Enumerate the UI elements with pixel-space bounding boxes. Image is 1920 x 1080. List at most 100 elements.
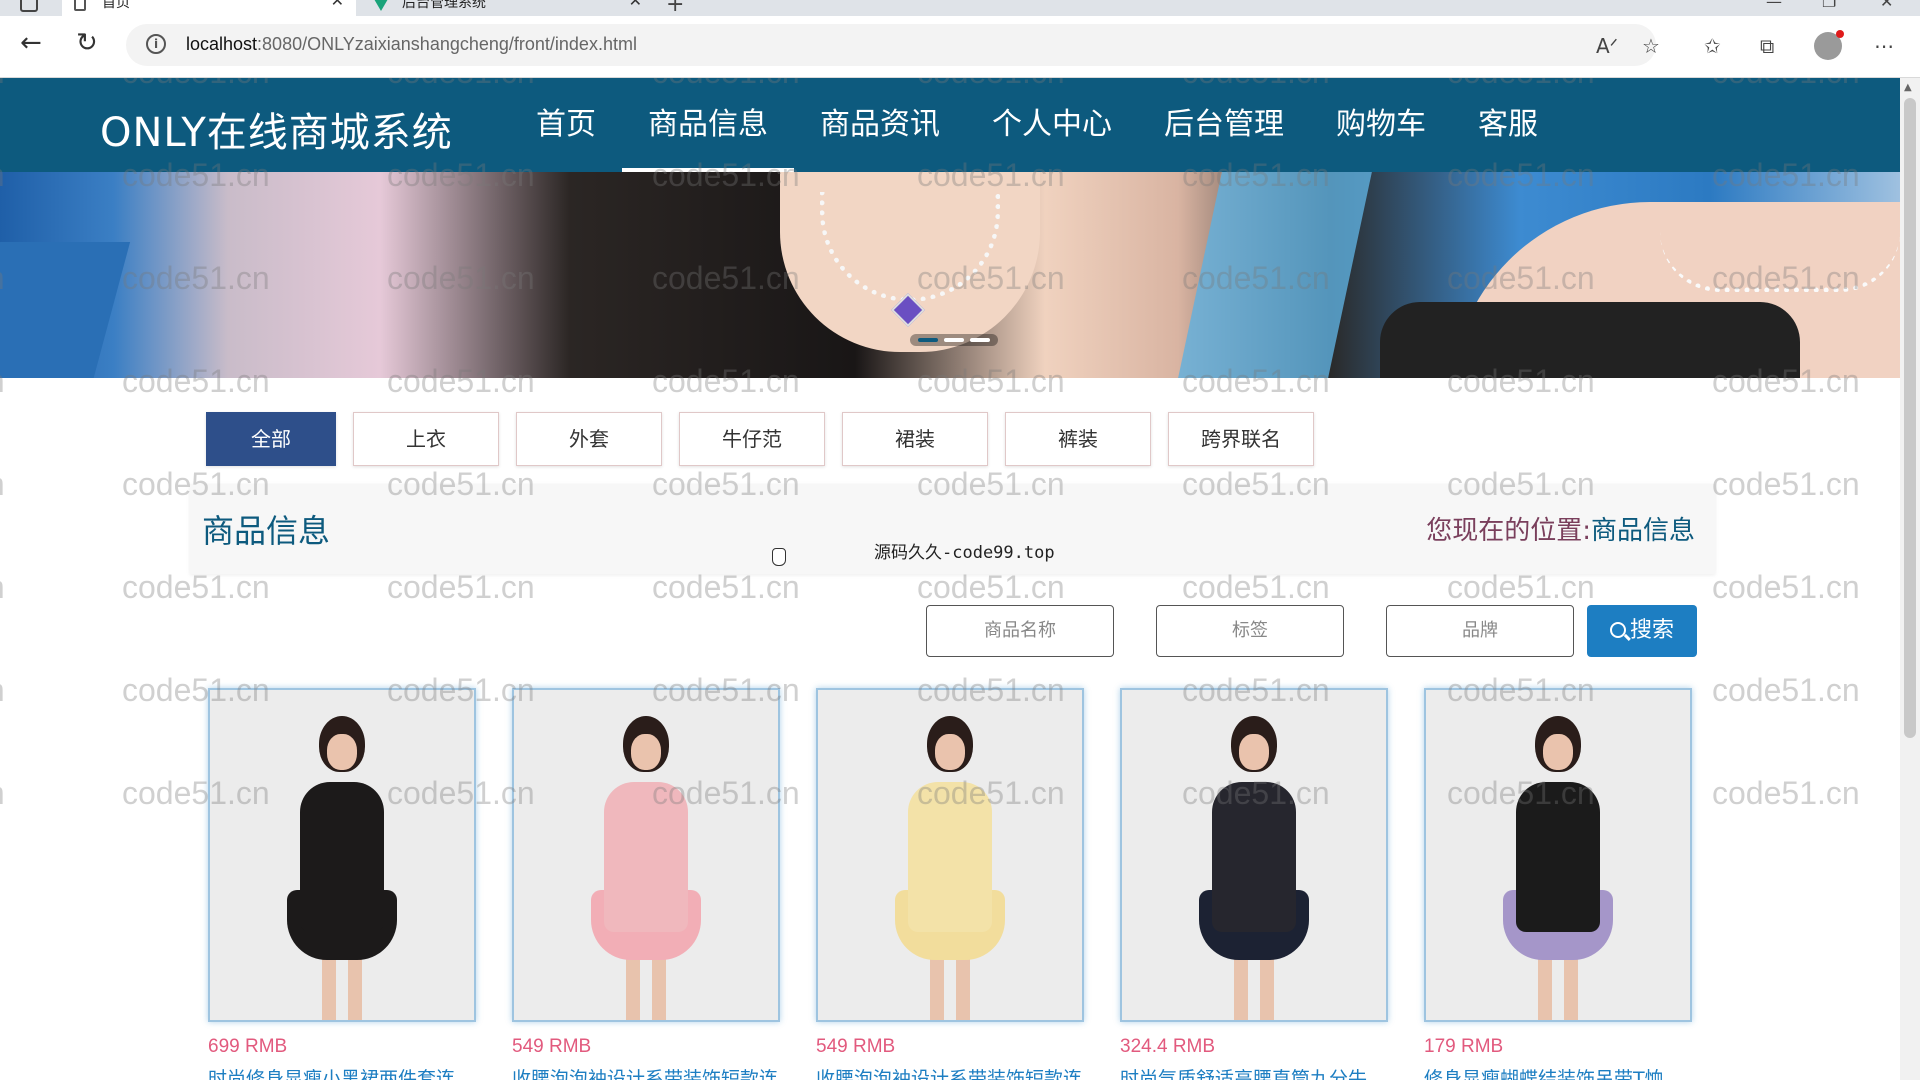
- product-card[interactable]: 324.4 RMB 时尚气质舒适高腰直筒九分牛: [1120, 688, 1388, 1080]
- restore-icon[interactable]: ❐: [1822, 0, 1836, 11]
- close-icon[interactable]: ✕: [629, 0, 642, 9]
- category-dresses[interactable]: 裙装: [842, 412, 988, 466]
- browser-tab-home[interactable]: 首页 ✕: [62, 0, 356, 16]
- more-options-icon[interactable]: ⋯: [1874, 36, 1894, 56]
- product-grid: 699 RMB 时尚修身显瘦小黑裙两件套连 549 RMB 收腰泡泡袖设计系带装饰短款…: [208, 688, 1692, 1080]
- model-face: [1543, 734, 1573, 770]
- category-tops[interactable]: 上衣: [353, 412, 499, 466]
- tab-title: 首页: [102, 0, 130, 11]
- url-text[interactable]: localhost:8080/ONLYzaixianshangcheng/fro…: [186, 34, 637, 55]
- back-arrow-icon[interactable]: ←: [20, 30, 42, 56]
- model-outfit: [908, 782, 992, 932]
- carousel-dot[interactable]: [918, 338, 938, 342]
- browser-tab-bar: 首页 ✕ 后台管理系统 ✕ + — ❐ ✕: [0, 0, 1920, 16]
- breadcrumb-current[interactable]: 商品信息: [1591, 516, 1695, 546]
- nav-home[interactable]: 首页: [510, 78, 622, 172]
- model-face: [1239, 734, 1269, 770]
- tab-title: 后台管理系统: [402, 0, 486, 11]
- product-name[interactable]: 修身显瘦蝴蝶结装饰吊带T恤: [1424, 1064, 1692, 1080]
- add-favorite-icon[interactable]: ☆: [1642, 36, 1660, 56]
- category-coats[interactable]: 外套: [516, 412, 662, 466]
- product-price: 324.4 RMB: [1120, 1036, 1216, 1057]
- watermark: code51.cn: [1182, 569, 1330, 605]
- nav-service[interactable]: 客服: [1452, 78, 1564, 172]
- page-viewport: ONLY在线商城系统 首页 商品信息 商品资讯 个人中心 后台管理 购物车 客服…: [0, 78, 1900, 1080]
- window-close-icon[interactable]: ✕: [1880, 0, 1893, 11]
- product-name[interactable]: 收腰泡泡袖设计系带装饰短款连: [512, 1064, 780, 1080]
- model-outfit: [604, 782, 688, 932]
- scrollbar-thumb[interactable]: [1904, 98, 1916, 738]
- product-price: 179 RMB: [1424, 1036, 1504, 1057]
- banner-dress: [1380, 302, 1800, 378]
- nav-products[interactable]: 商品信息: [622, 78, 794, 172]
- product-price: 549 RMB: [816, 1036, 896, 1057]
- product-image[interactable]: [512, 688, 780, 1022]
- product-card[interactable]: 549 RMB 收腰泡泡袖设计系带装饰短款连: [816, 688, 1084, 1080]
- product-price: 699 RMB: [208, 1036, 288, 1057]
- browser-tab-admin[interactable]: 后台管理系统 ✕: [362, 0, 654, 16]
- product-image[interactable]: [816, 688, 1084, 1022]
- product-card[interactable]: 549 RMB 收腰泡泡袖设计系带装饰短款连: [512, 688, 780, 1080]
- watermark: code51.cn: [0, 569, 5, 606]
- product-image[interactable]: [208, 688, 476, 1022]
- site-header: ONLY在线商城系统 首页 商品信息 商品资讯 个人中心 后台管理 购物车 客服: [0, 78, 1900, 172]
- product-price: 549 RMB: [512, 1036, 592, 1057]
- category-pants[interactable]: 裤装: [1005, 412, 1151, 466]
- read-aloud-icon[interactable]: Aᐟ: [1596, 36, 1618, 56]
- watermark: code51.cn: [122, 569, 270, 605]
- brand-input[interactable]: 品牌: [1386, 605, 1574, 657]
- product-name[interactable]: 时尚修身显瘦小黑裙两件套连: [208, 1064, 476, 1080]
- product-name-input[interactable]: 商品名称: [926, 605, 1114, 657]
- category-tabs: 全部 上衣 外套 牛仔范 裙装 裤装 跨界联名: [206, 412, 1314, 466]
- product-card[interactable]: 179 RMB 修身显瘦蝴蝶结装饰吊带T恤: [1424, 688, 1692, 1080]
- minimize-icon[interactable]: —: [1766, 0, 1782, 11]
- carousel-dot[interactable]: [970, 338, 990, 342]
- product-image[interactable]: [1120, 688, 1388, 1022]
- watermark: code51.cn: [0, 775, 5, 812]
- watermark: code51.cn: [0, 466, 5, 503]
- page-icon: [74, 0, 86, 11]
- product-name[interactable]: 收腰泡泡袖设计系带装饰短款连: [816, 1064, 1084, 1080]
- main-nav: 首页 商品信息 商品资讯 个人中心 后台管理 购物车 客服: [510, 78, 1564, 172]
- url-field[interactable]: i localhost:8080/ONLYzaixianshangcheng/f…: [126, 24, 1656, 66]
- model-outfit: [300, 782, 384, 932]
- banner-decor: [1178, 172, 1372, 378]
- nav-profile[interactable]: 个人中心: [966, 78, 1138, 172]
- tag-input[interactable]: 标签: [1156, 605, 1344, 657]
- watermark: code51.cn: [387, 569, 535, 605]
- product-image[interactable]: [1424, 688, 1692, 1022]
- watermark: code51.cn: [1447, 569, 1595, 605]
- watermark: code51.cn: [1712, 569, 1860, 605]
- model-face: [935, 734, 965, 770]
- collections-icon[interactable]: ⧉: [1760, 36, 1774, 56]
- vue-logo-icon: [374, 0, 388, 11]
- mouse-cursor-icon: [772, 548, 786, 566]
- banner-pearls: [1660, 232, 1900, 292]
- category-all[interactable]: 全部: [206, 412, 336, 466]
- new-tab-icon[interactable]: +: [666, 0, 684, 16]
- close-icon[interactable]: ✕: [331, 0, 344, 9]
- search-icon: [1609, 622, 1626, 638]
- search-button[interactable]: 搜索: [1587, 605, 1697, 657]
- page-scrollbar[interactable]: ▲: [1900, 78, 1920, 1080]
- watermark: code51.cn: [1712, 672, 1860, 708]
- product-card[interactable]: 699 RMB 时尚修身显瘦小黑裙两件套连: [208, 688, 476, 1080]
- category-denim[interactable]: 牛仔范: [679, 412, 825, 466]
- banner-carousel[interactable]: [0, 172, 1900, 378]
- carousel-dot[interactable]: [944, 338, 964, 342]
- carousel-indicators: [910, 334, 998, 346]
- model-outfit: [1212, 782, 1296, 932]
- nav-news[interactable]: 商品资讯: [794, 78, 966, 172]
- breadcrumb-prefix: 您现在的位置:: [1426, 516, 1591, 546]
- product-name[interactable]: 时尚气质舒适高腰直筒九分牛: [1120, 1064, 1388, 1080]
- category-collab[interactable]: 跨界联名: [1168, 412, 1314, 466]
- watermark: code51.cn: [1712, 466, 1860, 502]
- refresh-icon[interactable]: ↻: [76, 30, 98, 56]
- nav-admin[interactable]: 后台管理: [1138, 78, 1310, 172]
- scroll-up-icon[interactable]: ▲: [1904, 82, 1912, 93]
- site-info-icon[interactable]: i: [146, 34, 166, 54]
- nav-cart[interactable]: 购物车: [1310, 78, 1452, 172]
- favorites-icon[interactable]: ✩: [1704, 36, 1721, 56]
- tab-actions-icon[interactable]: [20, 0, 38, 12]
- watermark: code51.cn: [652, 569, 800, 605]
